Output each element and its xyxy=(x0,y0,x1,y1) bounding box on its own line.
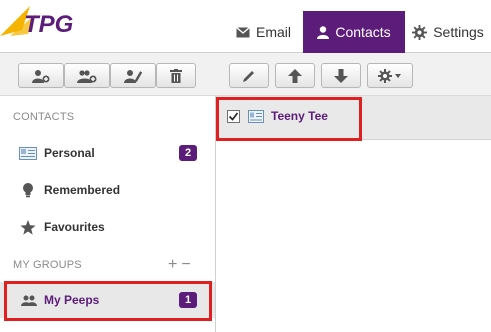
count-badge: 2 xyxy=(179,145,197,161)
sidebar-item-personal[interactable]: Personal 2 xyxy=(0,135,215,171)
arrow-up-icon xyxy=(288,68,302,83)
tab-contacts-label: Contacts xyxy=(335,24,391,40)
tpg-logo[interactable]: TPG xyxy=(0,0,92,42)
lightbulb-icon xyxy=(19,182,37,198)
pencil-icon xyxy=(242,69,256,83)
add-group-button[interactable]: + xyxy=(168,256,177,274)
tab-settings-label: Settings xyxy=(433,24,484,40)
contacts-section-header: CONTACTS xyxy=(13,111,75,123)
tab-email[interactable]: Email xyxy=(224,11,303,53)
delete-icon xyxy=(170,68,182,83)
sidebar-item-label: Favourites xyxy=(44,220,105,234)
main-nav: Email Contacts Settings xyxy=(224,11,491,53)
sidebar-item-label: Personal xyxy=(44,146,95,160)
add-contact-button[interactable] xyxy=(18,63,64,88)
add-contact-icon xyxy=(32,69,50,83)
star-icon xyxy=(19,219,37,235)
edit-contact-button[interactable] xyxy=(110,63,156,88)
remove-group-button[interactable]: − xyxy=(181,256,190,274)
person-icon xyxy=(317,25,330,39)
gear-icon xyxy=(412,24,428,40)
gear-menu-icon xyxy=(378,68,402,83)
add-group-button[interactable] xyxy=(64,63,110,88)
move-down-button[interactable] xyxy=(321,63,361,88)
tab-contacts[interactable]: Contacts xyxy=(303,11,405,53)
move-up-button[interactable] xyxy=(275,63,315,88)
envelope-icon xyxy=(236,26,250,38)
gear-menu-button[interactable] xyxy=(367,63,413,88)
group-actions: + − xyxy=(168,256,191,274)
arrow-down-icon xyxy=(334,68,348,83)
app-header: TPG Email Contacts Settings xyxy=(0,0,491,53)
delete-button[interactable] xyxy=(156,63,196,88)
highlight-box xyxy=(4,281,212,321)
highlight-box xyxy=(216,97,362,141)
groups-section-header: MY GROUPS xyxy=(13,259,82,271)
sidebar-item-label: Remembered xyxy=(44,183,121,197)
toolbar xyxy=(0,53,491,96)
tab-email-label: Email xyxy=(255,24,291,40)
logo-text: TPG xyxy=(24,11,73,38)
address-book-icon xyxy=(19,145,37,161)
edit-contact-icon xyxy=(124,69,142,83)
sidebar-item-remembered[interactable]: Remembered xyxy=(0,172,215,208)
edit-button[interactable] xyxy=(229,63,269,88)
tab-settings[interactable]: Settings xyxy=(405,11,491,53)
sidebar-item-favourites[interactable]: Favourites xyxy=(0,209,215,245)
add-group-icon xyxy=(77,69,97,83)
